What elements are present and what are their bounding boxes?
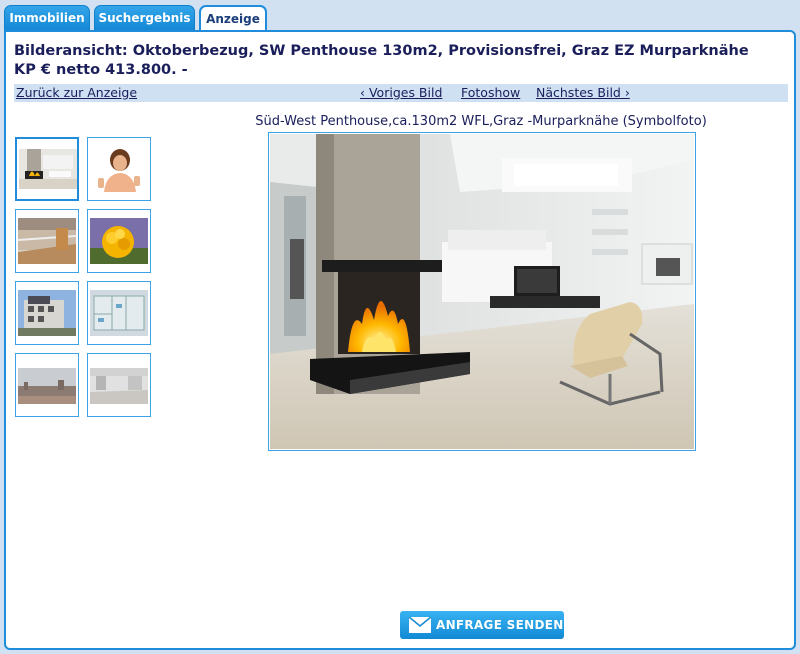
thumbnail-image — [18, 290, 76, 336]
previous-image-link[interactable]: ‹ Voriges Bild — [360, 84, 442, 102]
thumbnail-city-view[interactable] — [15, 353, 79, 417]
send-inquiry-button[interactable]: ANFRAGE SENDEN — [400, 611, 564, 639]
slideshow-link[interactable]: Fotoshow — [461, 84, 520, 102]
image-caption: Süd-West Penthouse,ca.130m2 WFL,Graz -Mu… — [255, 114, 707, 129]
thumbnail-image — [18, 218, 76, 264]
back-to-listing-link[interactable]: Zurück zur Anzeige — [16, 84, 137, 102]
thumbnail-balcony[interactable] — [15, 209, 79, 273]
next-image-link[interactable]: Nächstes Bild › — [536, 84, 630, 102]
thumbnail-building[interactable] — [15, 281, 79, 345]
thumbnail-flowers[interactable] — [87, 209, 151, 273]
tab-suchergebnis[interactable]: Suchergebnis — [94, 5, 195, 31]
thumbnail-image — [90, 218, 148, 264]
thumbnail-image — [90, 368, 148, 404]
tab-immobilien[interactable]: Immobilien — [4, 5, 90, 31]
envelope-icon — [409, 617, 431, 633]
thumbnail-image — [90, 290, 148, 336]
thumbnail-floor-plan[interactable] — [87, 281, 151, 345]
thumbnail-image — [19, 149, 77, 189]
main-photo — [270, 134, 694, 449]
content-panel: Bilderansicht: Oktoberbezug, SW Penthous… — [4, 30, 796, 650]
thumbnail-fireplace[interactable] — [15, 137, 79, 201]
main-image[interactable] — [268, 132, 696, 451]
tab-anzeige[interactable]: Anzeige — [199, 5, 267, 32]
thumbnail-image — [90, 146, 148, 192]
page-title: Bilderansicht: Oktoberbezug, SW Penthous… — [14, 43, 749, 78]
thumbnail-woman[interactable] — [87, 137, 151, 201]
send-inquiry-label: ANFRAGE SENDEN — [436, 618, 564, 632]
thumbnail-image — [18, 368, 76, 404]
image-navigation-bar: Zurück zur Anzeige ‹ Voriges Bild Fotosh… — [14, 84, 788, 102]
thumbnail-empty-room[interactable] — [87, 353, 151, 417]
